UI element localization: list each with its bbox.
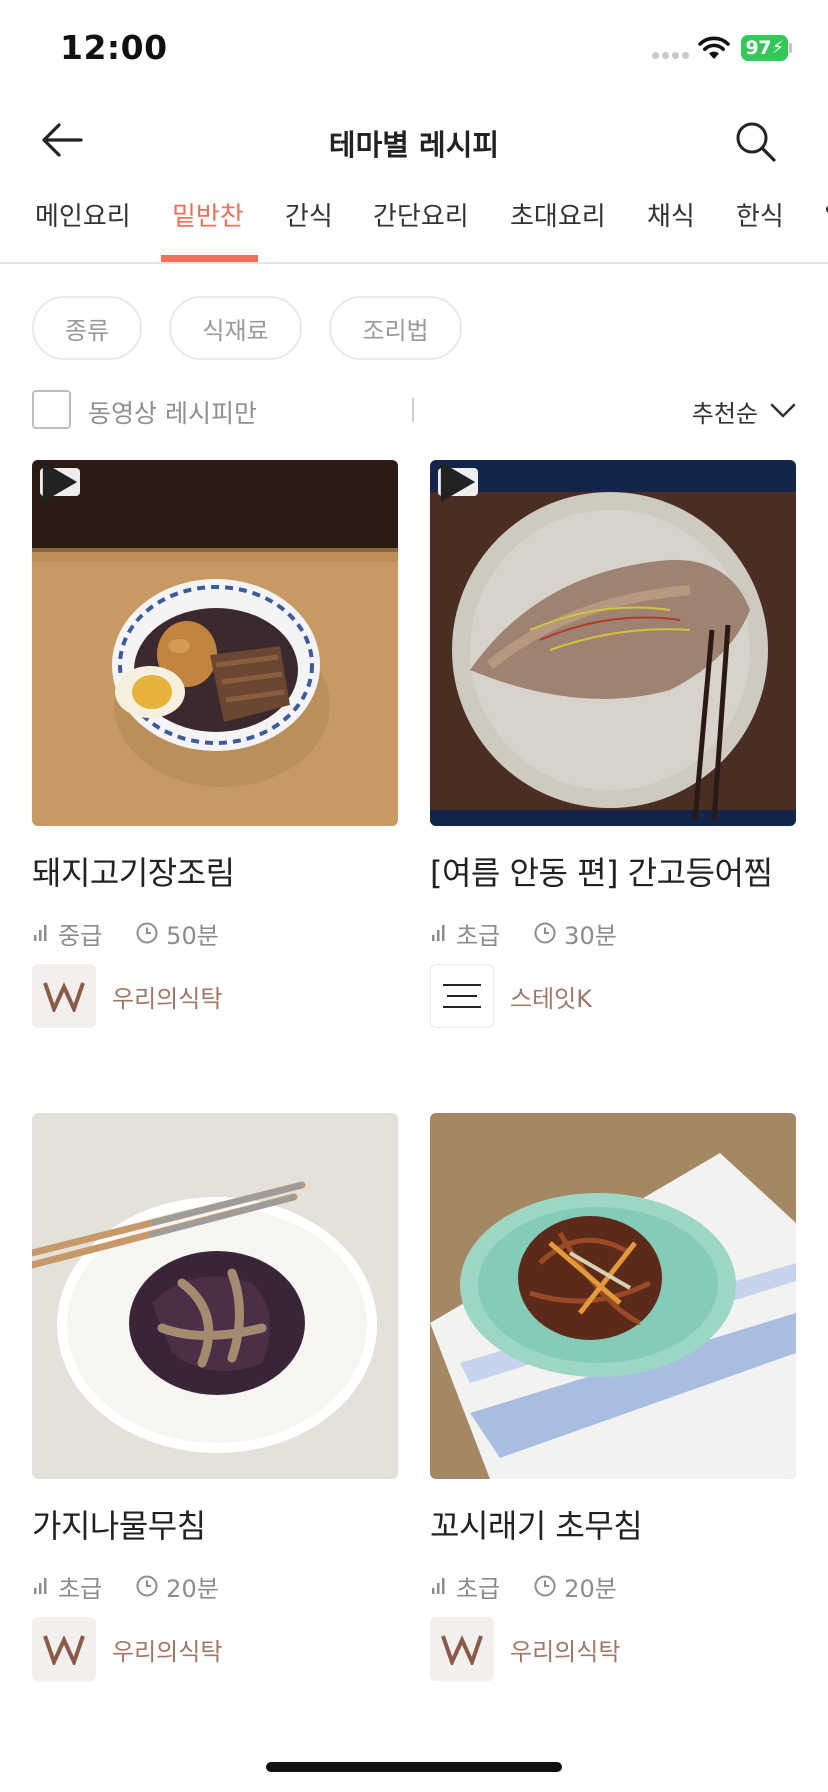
difficulty-level: 중급 bbox=[58, 921, 103, 950]
back-button[interactable] bbox=[36, 114, 88, 166]
author-name[interactable]: 우리의식탁 bbox=[112, 1632, 222, 1667]
seaweed-salad-photo bbox=[430, 1113, 796, 1479]
difficulty-icon bbox=[432, 1578, 445, 1594]
cooking-time: 20분 bbox=[564, 1574, 617, 1603]
difficulty-icon bbox=[432, 925, 445, 941]
video-only-checkbox[interactable] bbox=[32, 390, 71, 429]
recipe-author[interactable]: 스테잇K bbox=[430, 964, 592, 1028]
difficulty-level: 초급 bbox=[456, 921, 501, 950]
author-name[interactable]: 우리의식탁 bbox=[510, 1632, 620, 1667]
cooking-time: 50분 bbox=[166, 921, 219, 950]
play-icon bbox=[440, 462, 476, 502]
video-badge bbox=[40, 462, 80, 502]
status-time: 12:00 bbox=[60, 28, 168, 67]
clock-icon bbox=[136, 922, 158, 944]
filter-chip-ingredient[interactable]: 식재료 bbox=[169, 296, 302, 360]
recipe-title[interactable]: 돼지고기장조림 bbox=[32, 848, 235, 894]
recipe-meta: 초급 30분 bbox=[432, 918, 617, 950]
filter-chip-type[interactable]: 종류 bbox=[32, 296, 142, 360]
recipe-thumbnail[interactable] bbox=[32, 1113, 398, 1479]
w-logo-icon bbox=[43, 982, 85, 1012]
list-options: 동영상 레시피만 추천순 bbox=[32, 388, 796, 432]
tab-main-dish[interactable]: 메인요리 bbox=[35, 196, 131, 262]
author-name[interactable]: 스테잇K bbox=[510, 979, 592, 1014]
active-tab-indicator bbox=[161, 255, 258, 262]
tab-side-dish[interactable]: 밑반찬 bbox=[172, 196, 244, 262]
clock-icon bbox=[136, 1575, 158, 1597]
recipe-meta: 중급 50분 bbox=[34, 918, 219, 950]
home-indicator[interactable] bbox=[266, 1762, 562, 1772]
tab-party-dish[interactable]: 초대요리 bbox=[510, 196, 606, 262]
tab-simple-dish[interactable]: 간단요리 bbox=[373, 196, 469, 262]
search-button[interactable] bbox=[728, 114, 784, 170]
recipe-author[interactable]: 우리의식탁 bbox=[32, 964, 222, 1028]
difficulty-level: 초급 bbox=[456, 1574, 501, 1603]
author-name[interactable]: 우리의식탁 bbox=[112, 979, 222, 1014]
video-only-label[interactable]: 동영상 레시피만 bbox=[88, 394, 257, 430]
recipe-thumbnail[interactable] bbox=[430, 460, 796, 826]
author-logo bbox=[430, 1617, 494, 1681]
wifi-icon bbox=[698, 36, 730, 59]
recipe-meta: 초급 20분 bbox=[34, 1571, 219, 1603]
tab-overflow[interactable]: • bbox=[822, 196, 828, 262]
seasoned-eggplant-photo bbox=[32, 1113, 398, 1479]
recipe-meta: 초급 20분 bbox=[432, 1571, 617, 1603]
cooking-time: 30분 bbox=[564, 921, 617, 950]
recipe-title[interactable]: [여름 안동 편] 간고등어찜 bbox=[430, 848, 773, 894]
app-header: 테마별 레시피 bbox=[0, 100, 828, 180]
search-icon bbox=[736, 122, 776, 162]
author-logo bbox=[32, 1617, 96, 1681]
tab-vegetarian[interactable]: 채식 bbox=[647, 196, 695, 262]
tab-korean[interactable]: 한식 bbox=[736, 196, 784, 262]
recipe-author[interactable]: 우리의식탁 bbox=[32, 1617, 222, 1681]
difficulty-icon bbox=[34, 1578, 47, 1594]
w-logo-icon bbox=[441, 1635, 483, 1665]
recipe-author[interactable]: 우리의식탁 bbox=[430, 1617, 620, 1681]
difficulty-level: 초급 bbox=[58, 1574, 103, 1603]
recipe-thumbnail[interactable] bbox=[430, 1113, 796, 1479]
tab-snack[interactable]: 간식 bbox=[285, 196, 333, 262]
recipe-title[interactable]: 꼬시래기 초무침 bbox=[430, 1501, 643, 1547]
w-logo-icon bbox=[43, 1635, 85, 1665]
cellular-signal-icon bbox=[652, 52, 689, 59]
clock-icon bbox=[534, 1575, 556, 1597]
filter-chip-cooking-method[interactable]: 조리법 bbox=[329, 296, 462, 360]
category-tabs: 메인요리 밑반찬 간식 간단요리 초대요리 채식 한식 • bbox=[0, 180, 828, 264]
author-logo bbox=[430, 964, 494, 1028]
arrow-left-icon bbox=[42, 123, 83, 157]
stay-eat-korea-logo-icon bbox=[443, 984, 481, 1008]
battery-level: 97 bbox=[745, 37, 772, 59]
recipe-thumbnail[interactable] bbox=[32, 460, 398, 826]
steamed-mackerel-photo bbox=[430, 460, 796, 826]
play-icon bbox=[42, 462, 78, 502]
page-title: 테마별 레시피 bbox=[328, 128, 500, 162]
charging-bolt-icon: ⚡ bbox=[772, 38, 784, 58]
sort-dropdown[interactable]: 추천순 bbox=[692, 392, 796, 430]
chevron-down-icon bbox=[770, 403, 796, 418]
sort-label: 추천순 bbox=[691, 399, 758, 428]
cooking-time: 20분 bbox=[166, 1574, 219, 1603]
battery-tip bbox=[789, 43, 792, 53]
braised-pork-photo bbox=[32, 460, 398, 826]
difficulty-icon bbox=[34, 925, 47, 941]
battery-icon: 97 ⚡ bbox=[741, 35, 788, 61]
video-badge bbox=[438, 462, 478, 502]
clock-icon bbox=[534, 922, 556, 944]
recipe-title[interactable]: 가지나물무침 bbox=[32, 1501, 206, 1547]
author-logo bbox=[32, 964, 96, 1028]
divider bbox=[412, 398, 414, 422]
status-bar: 12:00 97 ⚡ bbox=[0, 0, 828, 100]
